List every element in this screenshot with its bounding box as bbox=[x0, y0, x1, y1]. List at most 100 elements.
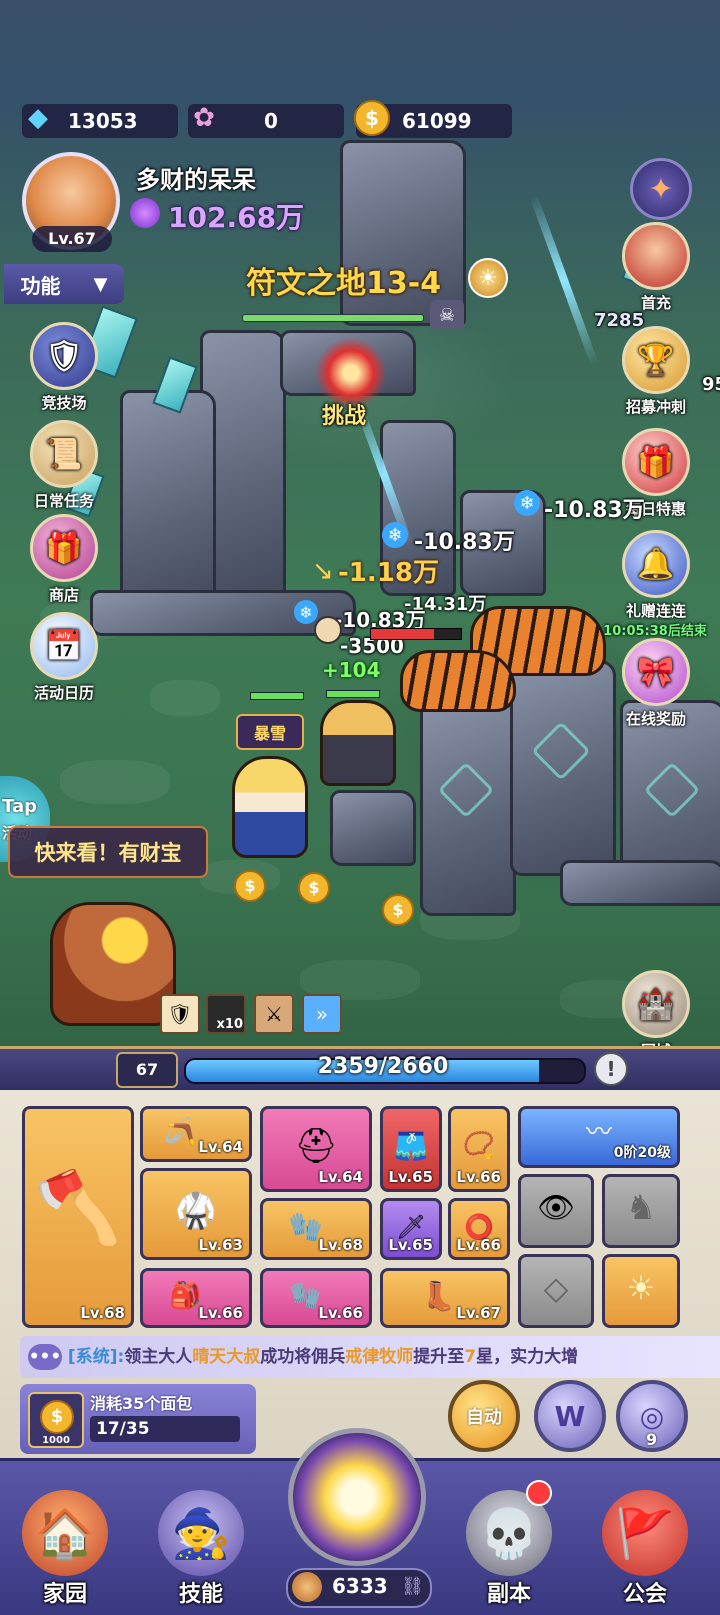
menu-first-charge[interactable]: 首充 bbox=[614, 222, 698, 313]
menu-recruit-sprint[interactable]: 🏆 招募冲刺 bbox=[614, 326, 698, 417]
hero-portrait-icon bbox=[622, 222, 690, 290]
system-text: 星，实力大增 bbox=[476, 1347, 579, 1367]
gem-slot[interactable]: ◇ bbox=[518, 1254, 594, 1328]
enemy-hp-bar bbox=[370, 628, 462, 640]
gear-slot[interactable]: 🧤 Lv.68 bbox=[260, 1198, 372, 1260]
exp-text: 2359/2660 bbox=[317, 1054, 449, 1079]
sun-artifact-slot[interactable]: ☀ bbox=[602, 1254, 680, 1328]
power-flame-icon bbox=[130, 198, 160, 228]
menu-shop-label: 商店 bbox=[48, 586, 79, 604]
system-star-number: 7 bbox=[464, 1347, 477, 1367]
buff-wing-icon[interactable]: ⚔ bbox=[254, 994, 294, 1034]
treasure-goblin[interactable] bbox=[50, 902, 176, 1026]
bread-icon bbox=[292, 1572, 322, 1602]
info-icon[interactable]: ! bbox=[594, 1052, 628, 1086]
buff-dark-orb-icon[interactable]: x10 bbox=[206, 994, 246, 1034]
gear-slot[interactable]: ⭕ Lv.66 bbox=[448, 1198, 510, 1260]
boss-skull-icon: ☠ bbox=[430, 300, 464, 330]
sun-boss-icon[interactable]: ☀ bbox=[468, 258, 508, 298]
consume-panel[interactable]: $ 1000 消耗35个面包 17/35 bbox=[20, 1384, 256, 1454]
gear-slot[interactable]: ⛑ Lv.64 bbox=[260, 1106, 372, 1192]
crit-arrow-icon: ↘ bbox=[312, 556, 334, 586]
gear-slot[interactable]: 🗡 Lv.65 bbox=[380, 1198, 442, 1260]
w-button[interactable]: W bbox=[534, 1380, 606, 1452]
speed-button[interactable]: ◎ 9 bbox=[616, 1380, 688, 1452]
gear-slot[interactable]: 🎒 Lv.66 bbox=[140, 1268, 252, 1328]
gear-slot[interactable]: 🩳 Lv.65 bbox=[380, 1106, 442, 1192]
ruin-pillar bbox=[120, 390, 216, 606]
ground-coin-icon[interactable]: $ bbox=[382, 894, 414, 926]
bell-gift-icon: 🔔 bbox=[622, 530, 690, 598]
auto-button[interactable]: 自动 bbox=[448, 1380, 520, 1452]
nav-skills[interactable]: 🧙 技能 bbox=[136, 1476, 266, 1612]
wings-level: 0阶20级 bbox=[613, 1145, 671, 1161]
chat-bubble-icon: ••• bbox=[28, 1344, 62, 1370]
menu-daily-tasks[interactable]: 📜 日常任务 bbox=[22, 420, 106, 511]
features-toggle[interactable]: 功能 ▼ bbox=[4, 264, 124, 304]
diamond-counter[interactable]: ◆ 13053 bbox=[22, 103, 178, 138]
gold-counter[interactable]: $ 61099 bbox=[354, 100, 512, 138]
ground-coin-icon[interactable]: $ bbox=[234, 870, 266, 902]
weapon-slot[interactable]: 🪓 Lv.68 bbox=[22, 1106, 134, 1328]
nav-dungeon[interactable]: 💀 副本 bbox=[444, 1476, 574, 1612]
enemy-portrait-icon bbox=[314, 616, 342, 644]
shield-icon: 🛡 bbox=[30, 322, 98, 390]
wings-slot[interactable]: 〰 0阶20级 bbox=[518, 1106, 680, 1168]
nav-guild[interactable]: 🚩 公会 bbox=[580, 1476, 710, 1612]
castle-gate-icon: 🏰 bbox=[622, 970, 690, 1038]
gear-level: Lv.67 bbox=[456, 1304, 501, 1322]
gear-slot[interactable]: 🥋 Lv.63 bbox=[140, 1168, 252, 1260]
gear-level: Lv.64 bbox=[318, 1168, 363, 1186]
menu-arena[interactable]: 🛡 竞技场 bbox=[22, 322, 106, 413]
menu-event-calendar[interactable]: 📅 活动日历 bbox=[22, 612, 106, 703]
buff-shield-icon[interactable]: 🛡 bbox=[160, 994, 200, 1034]
stage-title: 符文之地13-4 bbox=[246, 266, 442, 301]
chevron-down-icon: ▼ bbox=[93, 273, 108, 295]
partial-damage-number-right: 95 bbox=[702, 374, 720, 395]
features-label: 功能 bbox=[20, 273, 61, 298]
menu-gift-chain[interactable]: 🔔 礼赠连连 bbox=[614, 530, 698, 621]
system-prefix: [系统]: bbox=[67, 1347, 125, 1367]
house-icon: 🏠 bbox=[22, 1490, 108, 1576]
diamond-value: 13053 bbox=[68, 109, 138, 133]
hero-archer bbox=[320, 700, 396, 786]
gem-counter[interactable]: ✿ 0 bbox=[188, 103, 344, 138]
buff-dash-icon[interactable]: » bbox=[302, 994, 342, 1034]
gear-slot[interactable]: 📿 Lv.66 bbox=[448, 1106, 510, 1192]
nav-home[interactable]: 🏠 家园 bbox=[0, 1476, 130, 1612]
hooded-mage-icon: 🧙 bbox=[158, 1490, 244, 1576]
gear-slot[interactable]: 🪃 Lv.64 bbox=[140, 1106, 252, 1162]
diamond-outline-icon: ◇ bbox=[543, 1269, 569, 1308]
exp-level: 67 bbox=[116, 1052, 178, 1088]
menu-shop[interactable]: 🎁 商店 bbox=[22, 514, 106, 605]
gear-level: Lv.66 bbox=[456, 1236, 501, 1254]
coin-pack-value: 1000 bbox=[42, 1435, 70, 1446]
menu-gift-chain-label: 礼赠连连 bbox=[625, 602, 686, 620]
hero-hp-bar bbox=[250, 692, 304, 700]
player-power: 102.68万 bbox=[168, 201, 305, 234]
necklace-icon: 📿 bbox=[462, 1130, 496, 1161]
ground-coin-icon[interactable]: $ bbox=[298, 872, 330, 904]
hero-hp-bar bbox=[326, 690, 380, 698]
menu-recruit-sprint-label: 招募冲刺 bbox=[625, 398, 686, 416]
boomerang-icon: 🪃 bbox=[163, 1117, 197, 1147]
nav-home-label: 家园 bbox=[42, 1582, 87, 1607]
menu-online-reward[interactable]: 🎀 在线奖励 bbox=[614, 638, 698, 729]
gear-level: Lv.64 bbox=[198, 1138, 243, 1156]
gear-slot[interactable]: 🧤 Lv.66 bbox=[260, 1268, 372, 1328]
tiger-enemy bbox=[400, 650, 516, 712]
center-summon[interactable]: 6333 ⛓ bbox=[272, 1418, 442, 1612]
heal-number: +104 bbox=[322, 658, 381, 682]
challenge-button[interactable]: 挑战 bbox=[322, 398, 366, 430]
compass-icon[interactable]: ✦ bbox=[630, 158, 692, 220]
system-mercenary-name: 戒律牧师 bbox=[345, 1347, 414, 1367]
menu-arena-label: 竞技场 bbox=[41, 394, 87, 412]
mount-slot[interactable]: ♞ bbox=[602, 1174, 680, 1248]
damage-number: -10.83万 bbox=[544, 498, 645, 523]
relic-eye-slot[interactable]: 👁 bbox=[518, 1174, 594, 1248]
calendar-icon: 📅 bbox=[30, 612, 98, 680]
speed-swirl-icon: ◎ bbox=[639, 1399, 665, 1433]
gear-level: Lv.66 bbox=[456, 1168, 501, 1186]
gear-slot[interactable]: 👢 Lv.67 bbox=[380, 1268, 510, 1328]
treasure-bubble[interactable]: 快来看！有财宝 bbox=[8, 826, 208, 878]
